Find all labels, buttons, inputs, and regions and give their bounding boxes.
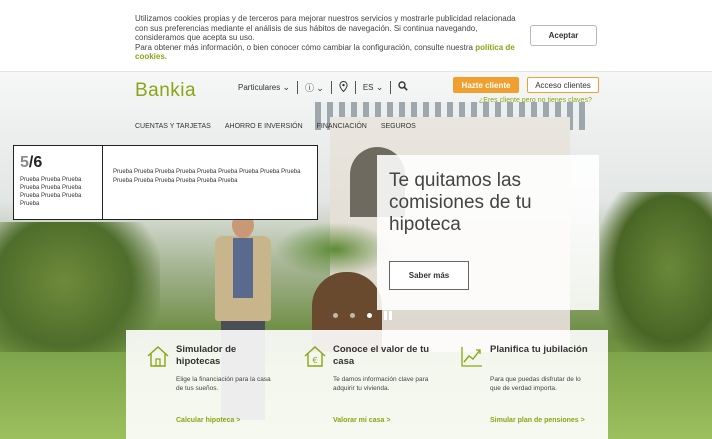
card-desc: Elige la financiación para la casa de tu… [176,376,271,392]
pause-icon[interactable] [384,311,392,320]
card-title: Simulador de hipotecas [176,344,237,367]
simular-plan-link[interactable]: Simular plan de pensiones > [490,417,585,424]
house-icon [147,346,169,367]
slider-dot-2[interactable] [350,313,355,318]
bankia-logo[interactable]: Bankia [135,80,196,102]
cookie-text: Utilizamos cookies propias y de terceros… [135,14,535,62]
slide-total: /6 [28,154,43,171]
menu-item-financiacion[interactable]: FINANCIACIÓN [317,123,367,130]
info-icon: ⓘ [305,82,315,93]
cookie-line-1: Utilizamos cookies propias y de terceros… [135,14,516,23]
language-selector[interactable]: ES ⌄ [363,82,383,93]
chevron-down-icon: ⌄ [316,82,324,93]
slider-dot-1[interactable] [333,313,338,318]
slide-counter-text: Prueba Prueba Prueba Prueba Prueba Prueb… [20,177,82,207]
cookie-line-3: consideramos que acepta su uso. [135,33,255,43]
accept-cookies-button[interactable]: Aceptar [530,25,597,46]
divider [330,80,332,94]
info-menu[interactable]: ⓘ ⌄ [305,81,324,94]
hazte-cliente-button[interactable]: Hazte cliente [453,77,519,93]
card-simulador: Simulador de hipotecas Elige la financia… [126,340,281,435]
cookie-line-2: con sus preferencias mediante el análisi… [135,23,478,33]
segment-selector[interactable]: Particulares ⌄ [238,82,290,93]
location-pin-svg [339,80,348,92]
no-keys-link[interactable]: ¿Eres cliente pero no tienes claves? [479,97,592,104]
top-nav: Particulares ⌄ ⓘ ⌄ ES ⌄ [238,80,409,94]
card-title: Planifica tu jubilación [490,344,588,355]
menu-item-ahorro[interactable]: AHORRO E INVERSIÓN [225,123,303,130]
promo-title: Te quitamos las comisiones de tu hipotec… [389,170,532,235]
divider [297,80,299,94]
cookie-line-4: Para obtener más información, o bien con… [135,43,535,62]
cookie-banner: Utilizamos cookies propias y de terceros… [0,0,712,72]
card-jubilacion: Planifica tu jubilación Para que puedas … [440,340,595,435]
card-valor-casa: € Conoce el valor de tu casa Te damos in… [283,340,438,435]
chart-growth-icon [461,347,482,367]
card-desc: Te damos información clave para adquirir… [333,376,429,392]
acceso-clientes-button[interactable]: Acceso clientes [527,77,599,93]
language-label: ES [362,82,374,92]
segment-label: Particulares [238,82,281,92]
menu-item-seguros[interactable]: SEGUROS [381,123,416,130]
pause-bar [389,311,392,320]
pause-bar [384,311,387,320]
promo-card: Te quitamos las comisiones de tu hipotec… [377,155,599,310]
location-pin-icon[interactable] [339,80,348,94]
calcular-hipoteca-link[interactable]: Calcular hipoteca > [176,417,240,424]
test-text-box: Prueba Prueba Prueba Prueba Prueba Prueb… [102,145,318,220]
menu-item-cuentas[interactable]: CUENTAS Y TARJETAS [135,123,211,130]
card-title: Conoce el valor de tu casa [333,344,430,367]
main-menu: CUENTAS Y TARJETAS AHORRO E INVERSIÓN FI… [135,123,416,130]
slide-counter-box: 5/6 Prueba Prueba Prueba Prueba Prueba P… [13,145,103,220]
slider-dot-3[interactable] [367,313,372,318]
valorar-casa-link[interactable]: Valorar mi casa > [333,417,390,424]
divider [354,80,356,94]
svg-text:€: € [312,356,317,365]
search-svg [398,81,409,91]
search-icon[interactable] [398,81,409,93]
house-euro-icon: € [304,346,326,367]
card-desc: Para que puedas disfrutar de lo que de v… [490,376,581,392]
cookie-line-4-text: Para obtener más información, o bien con… [135,42,473,52]
slider-dots [333,311,392,320]
person-shirt [233,238,253,298]
saber-mas-button[interactable]: Saber más [389,261,469,290]
chevron-down-icon: ⌄ [375,81,384,92]
chevron-down-icon: ⌄ [282,81,291,92]
divider [390,80,392,94]
tools-panel: Simulador de hipotecas Elige la financia… [126,330,608,439]
tree-right [600,192,712,362]
slide-current: 5 [20,154,29,171]
slide-counter: 5/6 [20,154,97,172]
